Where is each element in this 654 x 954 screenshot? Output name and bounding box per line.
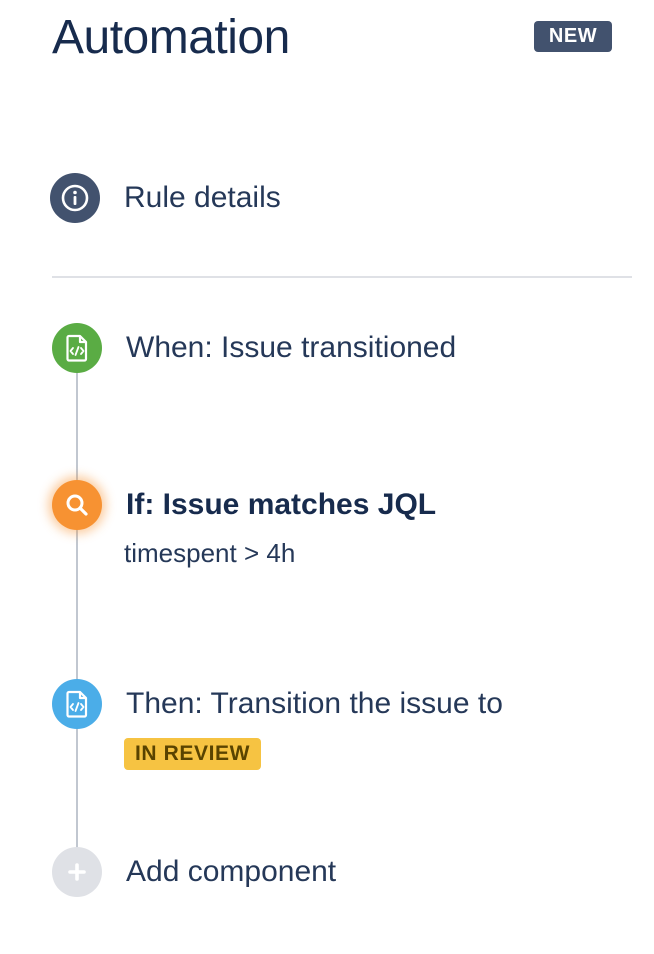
new-badge: NEW xyxy=(534,21,612,52)
action-step-label: Then: Transition the issue to xyxy=(126,687,503,720)
status-lozenge: IN REVIEW xyxy=(124,738,262,770)
condition-step[interactable]: If: Issue matches JQL xyxy=(52,480,436,530)
trigger-step[interactable]: When: Issue transitioned xyxy=(52,323,456,373)
trigger-step-label: When: Issue transitioned xyxy=(126,331,457,364)
action-step[interactable]: Then: Transition the issue to xyxy=(52,679,503,729)
add-component-button[interactable]: Add component xyxy=(52,847,336,897)
rule-details-item[interactable]: Rule details xyxy=(50,173,281,223)
action-document-icon xyxy=(52,679,102,729)
info-icon xyxy=(50,173,100,223)
rule-details-label: Rule details xyxy=(124,181,281,214)
timeline-connector xyxy=(76,350,78,895)
divider xyxy=(52,276,632,278)
plus-icon xyxy=(52,847,102,897)
condition-step-label: If: Issue matches JQL xyxy=(126,488,437,521)
trigger-document-icon xyxy=(52,323,102,373)
add-component-label: Add component xyxy=(126,855,337,888)
jql-query-text: timespent > 4h xyxy=(124,538,296,568)
search-icon xyxy=(52,480,102,530)
page-title: Automation xyxy=(52,11,290,64)
